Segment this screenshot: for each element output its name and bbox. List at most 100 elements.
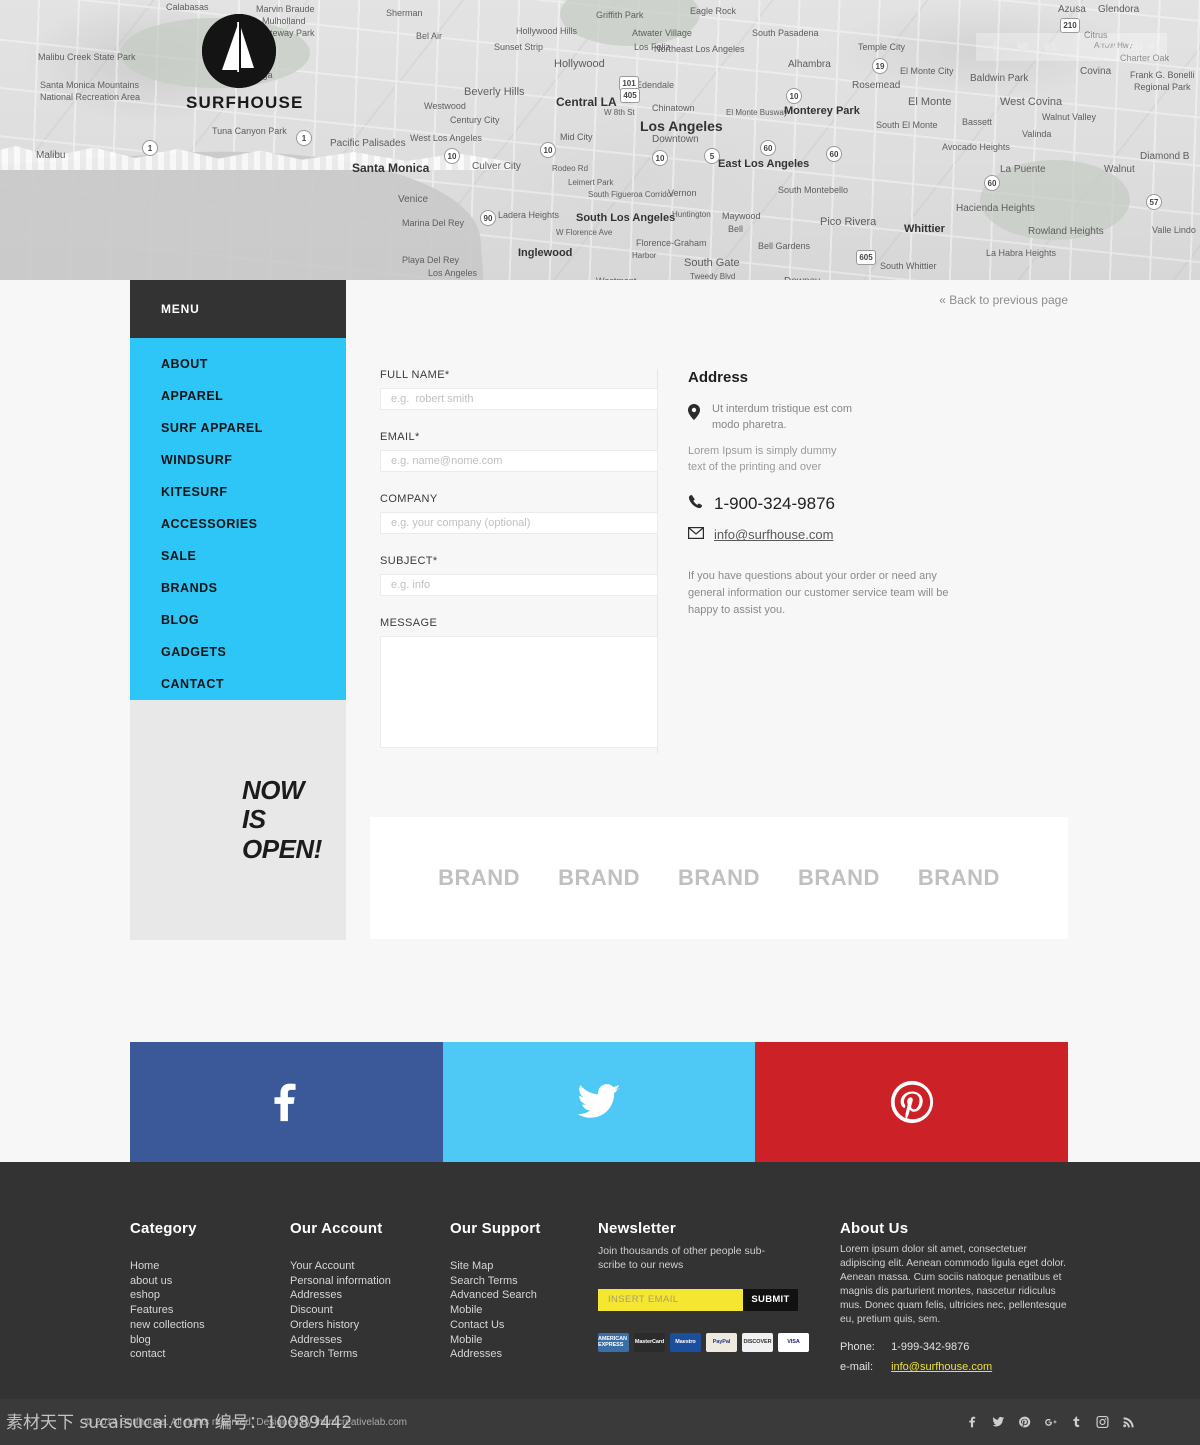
address-street-line2: modo pharetra.: [712, 418, 787, 431]
map-label: Mid City: [560, 132, 593, 142]
brand-logo[interactable]: BRAND: [678, 865, 760, 891]
sidebar-item-windsurf[interactable]: WINDSURF: [130, 444, 346, 476]
newsletter-submit-button[interactable]: SUBMIT: [743, 1288, 798, 1311]
footer-link[interactable]: eshop: [130, 1288, 290, 1303]
address-panel: Address Ut interdum tristique est com mo…: [658, 369, 958, 753]
site-logo[interactable]: SURFHOUSE: [186, 14, 302, 113]
promo-now-is-open[interactable]: NOW IS OPEN!: [130, 700, 346, 940]
footer-link[interactable]: blog: [130, 1333, 290, 1348]
twitter-icon: [577, 1084, 621, 1118]
map-label: Rosemead: [852, 80, 901, 91]
google-plus-icon[interactable]: [1044, 1415, 1057, 1429]
footer-link[interactable]: Personal information: [290, 1274, 450, 1289]
address-subtext-line2: text of the printing and over: [688, 461, 822, 474]
instagram-icon[interactable]: [1096, 1415, 1109, 1429]
footer-email-value[interactable]: info@surfhouse.com: [891, 1361, 992, 1373]
instagram-icon[interactable]: [1099, 39, 1114, 55]
address-street: Ut interdum tristique est com modo phare…: [712, 402, 852, 434]
map-label: Walnut Valley: [1042, 112, 1097, 122]
map-label: Tuna Canyon Park: [212, 126, 287, 136]
footer-link[interactable]: Mobile: [450, 1303, 598, 1318]
footer-link[interactable]: Addresses: [290, 1333, 450, 1348]
tumblr-icon[interactable]: [1070, 1415, 1083, 1429]
footer-link[interactable]: Home: [130, 1259, 290, 1274]
footer-link[interactable]: Mobile: [450, 1333, 598, 1348]
map-hero[interactable]: Malibu Creek State Park Santa Monica Moun…: [0, 0, 1200, 280]
map-label: Frank G. Bonelli: [1130, 70, 1195, 80]
map-label: Vernon: [668, 188, 697, 198]
footer-links-category: Home about us eshop Features new collections…: [130, 1259, 290, 1362]
brand-logo[interactable]: BRAND: [918, 865, 1000, 891]
footer-link[interactable]: contact: [130, 1347, 290, 1362]
footer-link[interactable]: Contact Us: [450, 1318, 598, 1333]
map-label: Edendale: [636, 80, 675, 90]
map-route-shield: 57: [1146, 194, 1162, 210]
message-textarea[interactable]: [380, 636, 658, 748]
map-label: Bell Gardens: [758, 241, 811, 251]
sidebar-item-brands[interactable]: BRANDS: [130, 572, 346, 604]
facebook-icon[interactable]: [988, 39, 1002, 55]
contact-section: FULL NAME* EMAIL* COMPANY SUBJECT* MESSAGE A…: [380, 307, 1070, 753]
map-label: Los Angeles: [428, 268, 478, 278]
footer-link[interactable]: Addresses: [450, 1347, 598, 1362]
sidebar-item-gadgets[interactable]: GADGETS: [130, 636, 346, 668]
sidebar-item-surf-apparel[interactable]: SURF APPAREL: [130, 412, 346, 444]
footer-link[interactable]: Your Account: [290, 1259, 450, 1274]
map-route-shield: 60: [826, 146, 842, 162]
footer-link[interactable]: Advanced Search: [450, 1288, 598, 1303]
pinterest-icon: [890, 1080, 933, 1124]
footer-link[interactable]: Site Map: [450, 1259, 598, 1274]
footer-link[interactable]: Discount: [290, 1303, 450, 1318]
footer-link[interactable]: Search Terms: [450, 1274, 598, 1289]
field-label: EMAIL*: [380, 431, 420, 443]
map-label: Century City: [450, 115, 500, 125]
sidebar-item-cantact[interactable]: CANTACT: [130, 668, 346, 700]
pinterest-icon[interactable]: [1018, 1415, 1031, 1429]
footer-link[interactable]: about us: [130, 1274, 290, 1289]
brand-logo[interactable]: BRAND: [438, 865, 520, 891]
map-label: Venice: [398, 194, 429, 205]
social-banner-pinterest[interactable]: [755, 1042, 1069, 1162]
footer-link[interactable]: Search Terms: [290, 1347, 450, 1362]
youtube-icon[interactable]: [1043, 39, 1058, 55]
back-to-previous-page-link[interactable]: « Back to previous page: [939, 293, 1068, 307]
brand-logo[interactable]: BRAND: [798, 865, 880, 891]
pinterest-icon[interactable]: [1072, 39, 1086, 55]
newsletter-email-input[interactable]: [598, 1288, 743, 1311]
rss-icon[interactable]: [1122, 1415, 1135, 1429]
brand-logo[interactable]: BRAND: [558, 865, 640, 891]
sidebar-menu: ABOUT APPAREL SURF APPAREL WINDSURF KITESURF…: [130, 338, 346, 716]
field-label: MESSAGE: [380, 617, 438, 629]
full-name-input[interactable]: [380, 388, 658, 410]
map-label: South Whittier: [880, 261, 937, 271]
email-input[interactable]: [380, 450, 658, 472]
social-banner-twitter[interactable]: [442, 1042, 756, 1162]
social-banner-facebook[interactable]: [130, 1042, 443, 1162]
footer-link[interactable]: Orders history: [290, 1318, 450, 1333]
map-label: Valle Lindo: [1152, 225, 1196, 235]
company-input[interactable]: [380, 512, 658, 534]
twitter-icon[interactable]: [1016, 39, 1030, 55]
footer-link[interactable]: new collections: [130, 1318, 290, 1333]
map-label: Northeast Los Angeles: [654, 44, 745, 54]
sidebar-item-sale[interactable]: SALE: [130, 540, 346, 572]
subject-input[interactable]: [380, 574, 658, 596]
sidebar-item-accessories[interactable]: ACCESSORIES: [130, 508, 346, 540]
map-label: Marina Del Rey: [402, 218, 465, 228]
map-route-shield: 405: [620, 88, 640, 103]
address-subtext: Lorem Ipsum is simply dummy text of the …: [688, 443, 958, 476]
sidebar-item-blog[interactable]: BLOG: [130, 604, 346, 636]
language-selector[interactable]: EN: [1128, 41, 1155, 53]
facebook-icon[interactable]: [966, 1415, 979, 1429]
email-row: info@surfhouse.com: [688, 526, 958, 544]
twitter-icon[interactable]: [992, 1415, 1005, 1429]
map-label: South Los Angeles: [576, 212, 676, 224]
footer-link[interactable]: Addresses: [290, 1288, 450, 1303]
footer-link[interactable]: Features: [130, 1303, 290, 1318]
email-link[interactable]: info@surfhouse.com: [714, 527, 833, 542]
sidebar-item-apparel[interactable]: APPAREL: [130, 380, 346, 412]
sidebar-item-about[interactable]: ABOUT: [130, 348, 346, 380]
footer-column-account: Our Account Your Account Personal informa…: [290, 1220, 450, 1381]
sidebar-item-kitesurf[interactable]: KITESURF: [130, 476, 346, 508]
map-label: Chinatown: [652, 103, 695, 113]
